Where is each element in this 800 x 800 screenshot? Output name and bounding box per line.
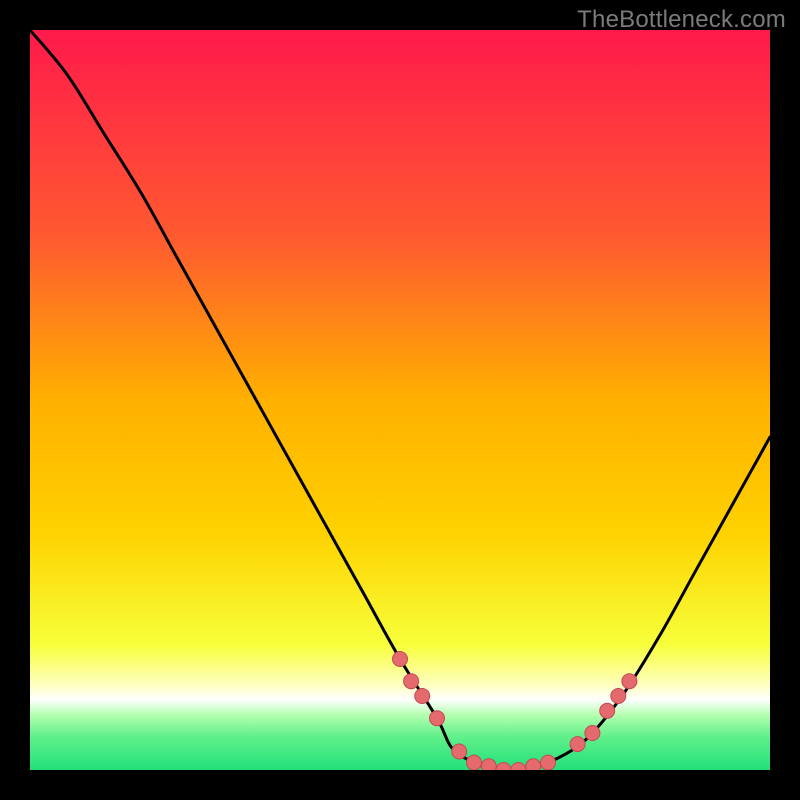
highlight-dot <box>611 689 626 704</box>
highlight-dot <box>415 689 430 704</box>
highlight-dot <box>526 759 541 770</box>
highlight-dot <box>404 674 419 689</box>
chart-svg <box>30 30 770 770</box>
highlight-dot <box>600 703 615 718</box>
highlight-dot <box>585 726 600 741</box>
highlight-dot <box>430 711 445 726</box>
plot-area <box>30 30 770 770</box>
highlight-dot <box>452 744 467 759</box>
highlight-dot <box>467 755 482 770</box>
highlight-dot <box>481 759 496 770</box>
chart-frame: TheBottleneck.com <box>0 0 800 800</box>
highlight-dot <box>622 674 637 689</box>
highlight-dot <box>541 755 556 770</box>
highlight-dot <box>393 652 408 667</box>
highlight-dot <box>570 737 585 752</box>
